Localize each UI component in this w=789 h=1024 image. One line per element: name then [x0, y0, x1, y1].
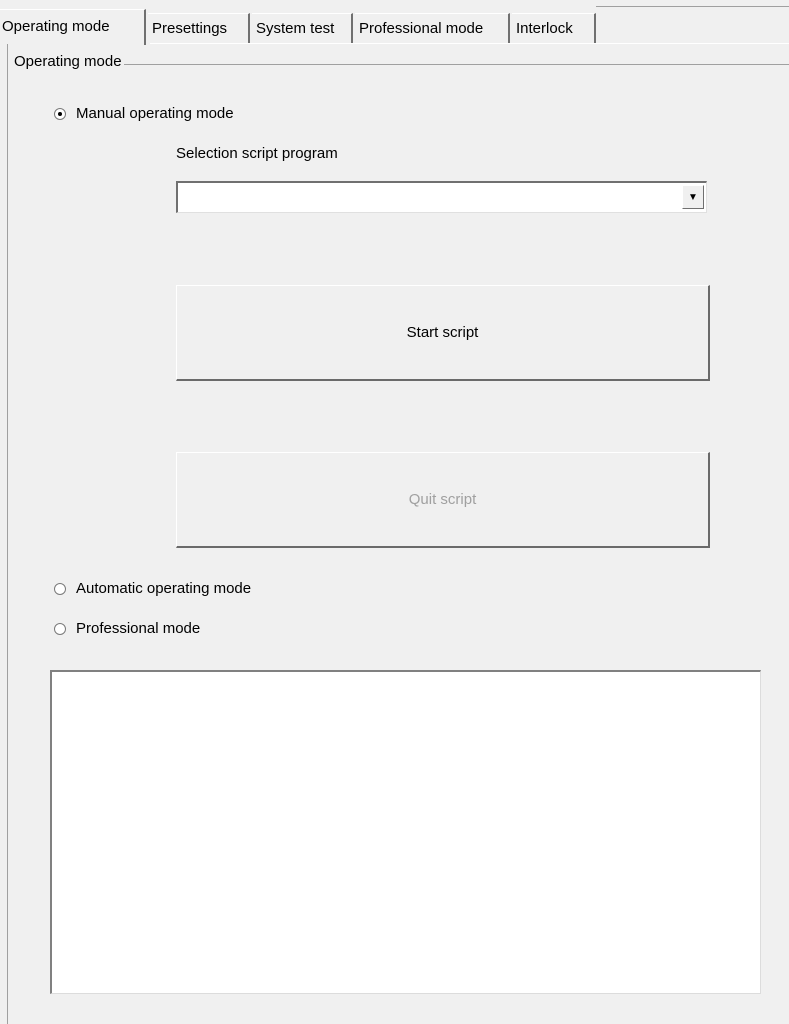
radio-checked-icon	[54, 107, 66, 120]
tab-label: Interlock	[516, 20, 573, 37]
radio-unchecked-icon	[54, 622, 66, 635]
output-textbox[interactable]	[50, 670, 761, 994]
tab-interlock[interactable]: Interlock	[512, 13, 596, 43]
script-select-dropdown[interactable]: ▼	[176, 181, 707, 213]
radio-unchecked-icon	[54, 582, 66, 595]
tab-professional-mode[interactable]: Professional mode	[355, 13, 510, 43]
tab-label: Operating mode	[2, 18, 110, 35]
quit-script-button[interactable]: Quit script	[176, 452, 710, 548]
group-title: Operating mode	[12, 53, 124, 70]
tab-strip-border	[596, 6, 789, 7]
automatic-mode-radio[interactable]: Automatic operating mode	[54, 580, 251, 597]
start-script-button[interactable]: Start script	[176, 285, 710, 381]
tab-label: Presettings	[152, 20, 228, 37]
start-script-label: Start script	[406, 324, 479, 341]
tab-system-test[interactable]: System test	[252, 13, 353, 43]
tab-strip: Operating mode Presettings System test P…	[0, 0, 789, 45]
tab-label: Professional mode	[359, 20, 484, 37]
tab-presettings[interactable]: Presettings	[148, 13, 250, 43]
tab-label: System test	[256, 20, 335, 37]
manual-mode-radio[interactable]: Manual operating mode	[54, 105, 234, 122]
group-border	[20, 64, 789, 65]
script-select-label: Selection script program	[176, 145, 338, 162]
professional-mode-label: Professional mode	[76, 620, 201, 637]
automatic-mode-label: Automatic operating mode	[76, 580, 252, 597]
quit-script-label: Quit script	[408, 491, 477, 508]
tab-operating-mode[interactable]: Operating mode	[0, 9, 146, 45]
manual-mode-label: Manual operating mode	[76, 105, 234, 122]
panel-border	[7, 44, 8, 1024]
tab-baseline	[150, 43, 789, 44]
professional-mode-radio[interactable]: Professional mode	[54, 620, 200, 637]
chevron-down-icon[interactable]: ▼	[682, 185, 704, 209]
